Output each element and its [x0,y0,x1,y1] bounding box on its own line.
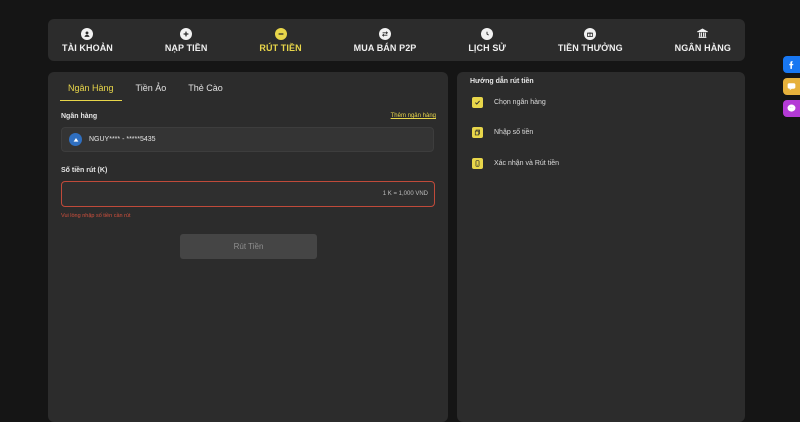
withdraw-submit-button[interactable]: Rút Tiền [180,234,317,259]
messenger-icon [787,104,796,112]
nav-label: TIỀN THƯỞNG [557,42,623,53]
user-icon [81,27,94,40]
zalo-button[interactable] [783,78,800,95]
amount-input[interactable] [62,182,434,206]
nav-item-bonus[interactable]: TIỀN THƯỞNG [558,19,623,61]
nav-label: LỊCH SỬ [468,42,506,53]
nav-item-history[interactable]: LỊCH SỬ [468,19,506,61]
bank-account-select[interactable]: NGUY**** - *****5435 [61,127,434,152]
tab-scratch-card[interactable]: Thẻ Cào [180,82,231,100]
nav-label: RÚT TIỀN [259,42,302,53]
swap-icon [379,27,392,40]
amount-label: Số tiền rút (K) [61,167,108,174]
gift-icon [584,27,597,40]
tab-bank[interactable]: Ngân Hàng [60,82,122,101]
phone-icon [472,158,483,169]
withdraw-guide-panel: Hướng dẫn rút tiền Chọn ngân hàng Nhập s… [457,72,745,422]
amount-field: 1 K = 1,000 VND [61,181,435,207]
guide-step-text: Chọn ngân hàng [494,99,546,106]
bank-account-text: NGUY**** - *****5435 [89,136,156,143]
clock-icon [481,27,494,40]
guide-step: Nhập số tiền [472,127,533,138]
minus-icon [274,27,287,40]
facebook-icon [789,61,794,69]
nav-label: NGÂN HÀNG [674,42,731,53]
copy-icon [472,127,483,138]
nav-label: TÀI KHOẢN [62,42,113,53]
guide-title: Hướng dẫn rút tiền [470,78,534,85]
guide-step-text: Nhập số tiền [494,129,534,136]
guide-step: Chọn ngân hàng [472,97,546,108]
bank-icon [697,28,709,40]
facebook-button[interactable] [783,56,800,73]
nav-label: MUA BÁN P2P [353,42,417,53]
zalo-icon [787,83,796,91]
bank-logo-icon [69,133,82,146]
withdraw-method-tabs: Ngân Hàng Tiền Ảo Thẻ Cào [60,82,231,101]
account-top-nav: TÀI KHOẢN NẠP TIỀN RÚT TIỀN MUA BÁN P2P … [48,19,745,61]
nav-item-deposit[interactable]: NẠP TIỀN [165,19,208,61]
tab-crypto[interactable]: Tiền Ảo [128,82,175,100]
nav-item-account[interactable]: TÀI KHOẢN [62,19,113,61]
withdraw-panel: Ngân Hàng Tiền Ảo Thẻ Cào Ngân hàng Thêm… [48,72,448,422]
nav-item-withdraw[interactable]: RÚT TIỀN [259,19,302,61]
plus-icon [180,27,193,40]
guide-step: Xác nhận và Rút tiền [472,158,559,169]
messenger-button[interactable] [783,100,800,117]
check-icon [472,97,483,108]
guide-step-text: Xác nhận và Rút tiền [494,160,559,167]
bank-label: Ngân hàng [61,113,98,120]
amount-error-message: Vui lòng nhập số tiền cần rút [61,213,131,219]
nav-item-bank[interactable]: NGÂN HÀNG [675,19,731,61]
add-bank-link[interactable]: Thêm ngân hàng [391,113,436,119]
nav-item-p2p[interactable]: MUA BÁN P2P [354,19,417,61]
nav-label: NẠP TIỀN [164,42,208,53]
